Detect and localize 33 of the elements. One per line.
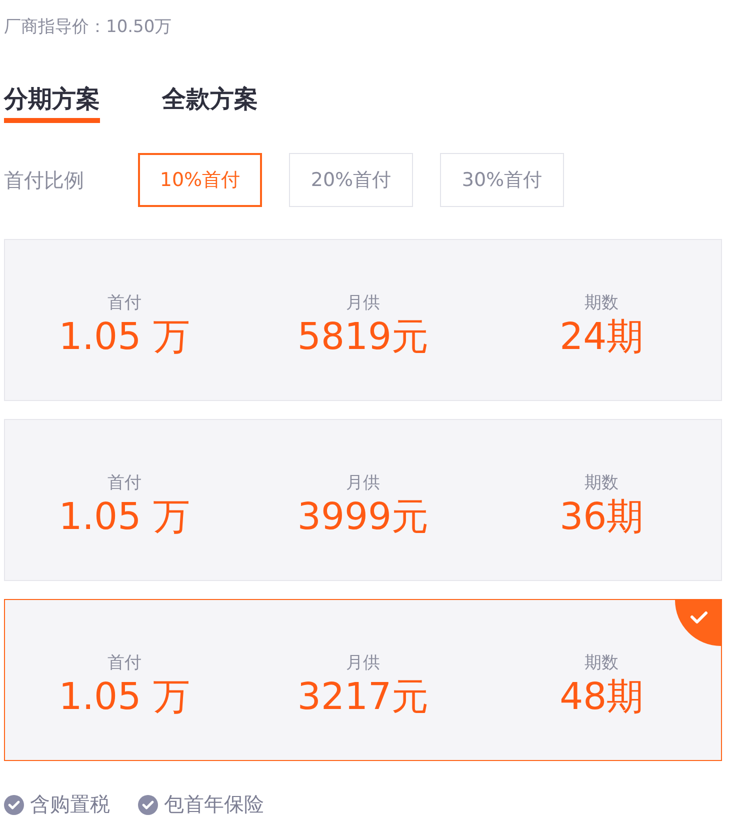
plan-tab[interactable]: 分期方案	[4, 84, 100, 123]
field-label: 首付	[107, 472, 142, 494]
field-label: 期数	[584, 652, 619, 674]
check-circle-icon	[4, 794, 24, 814]
feature-text: 含购置税	[30, 791, 110, 818]
plan-card[interactable]: 首付 1.05 万 月供 3999元 期数 36期	[4, 419, 722, 581]
field-value: 1.05 万	[58, 494, 190, 540]
field-value: 24期	[560, 314, 644, 360]
field-label: 月供	[346, 292, 380, 314]
plan-card[interactable]: 首付 1.05 万 月供 5819元 期数 24期	[4, 239, 722, 401]
field-label: 期数	[584, 292, 619, 314]
check-badge-icon	[675, 600, 721, 646]
field-label: 期数	[584, 472, 619, 494]
field-value: 1.05 万	[58, 314, 190, 360]
check-circle-icon	[138, 794, 158, 814]
down-payment-option[interactable]: 10%首付	[138, 153, 262, 207]
guide-price: 厂商指导价：10.50万	[4, 16, 173, 39]
field-value: 3999元	[297, 494, 429, 540]
plan-card[interactable]: 首付 1.05 万 月供 3217元 期数 48期	[4, 599, 722, 761]
field-value: 48期	[560, 674, 644, 720]
field-value: 5819元	[297, 314, 429, 360]
down-payment-option[interactable]: 30%首付	[440, 153, 564, 207]
field-label: 首付	[107, 652, 142, 674]
field-value: 36期	[560, 494, 644, 540]
field-label: 月供	[346, 472, 380, 494]
plan-tab[interactable]: 全款方案	[162, 84, 258, 123]
field-value: 1.05 万	[58, 674, 190, 720]
down-payment-label: 首付比例	[4, 166, 85, 194]
feature-text: 包首年保险	[164, 791, 264, 818]
down-payment-option[interactable]: 20%首付	[289, 153, 413, 207]
field-label: 首付	[107, 292, 142, 314]
field-value: 3217元	[297, 674, 429, 720]
field-label: 月供	[346, 652, 380, 674]
